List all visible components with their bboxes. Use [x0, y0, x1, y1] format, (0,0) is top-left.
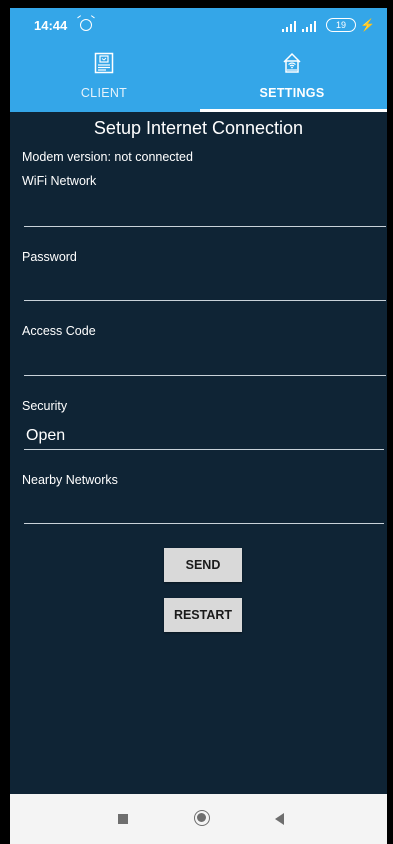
- wifi-network-input[interactable]: [24, 200, 386, 227]
- security-select[interactable]: Open: [24, 423, 384, 450]
- signal-icon: [282, 20, 302, 32]
- app-screen: 14:44 19 ⚡ CLIENT SETTINGS Setup Interne…: [10, 8, 387, 844]
- battery-icon: 19: [326, 18, 356, 32]
- page-title: Setup Internet Connection: [93, 118, 304, 138]
- client-icon: [94, 52, 114, 74]
- tab-indicator: [200, 109, 387, 112]
- tab-settings[interactable]: SETTINGS: [198, 46, 386, 112]
- tab-bar: CLIENT SETTINGS: [10, 46, 387, 112]
- nearby-networks-label: Nearby Networks: [22, 473, 118, 487]
- back-button[interactable]: [275, 813, 284, 825]
- password-label: Password: [22, 250, 77, 264]
- tab-client-label: CLIENT: [80, 86, 128, 100]
- nearby-networks-select[interactable]: [24, 497, 384, 524]
- status-time: 14:44: [34, 18, 68, 33]
- alarm-icon: [80, 19, 92, 31]
- access-code-label: Access Code: [22, 324, 96, 338]
- tab-client[interactable]: CLIENT: [10, 46, 198, 112]
- security-label: Security: [22, 399, 68, 413]
- charging-icon: ⚡: [360, 18, 375, 32]
- signal-icon-2: [302, 20, 322, 32]
- settings-home-icon: [283, 52, 301, 73]
- password-input[interactable]: [24, 274, 386, 301]
- restart-button[interactable]: RESTART: [164, 598, 242, 632]
- modem-version-text: Modem version: not connected: [22, 150, 193, 164]
- home-button[interactable]: [194, 810, 210, 826]
- access-code-input[interactable]: [24, 349, 386, 376]
- recents-button[interactable]: [118, 814, 128, 824]
- send-button[interactable]: SEND: [164, 548, 242, 582]
- wifi-network-label: WiFi Network: [22, 174, 97, 188]
- system-nav-bar: [10, 794, 387, 844]
- device-frame: 14:44 19 ⚡ CLIENT SETTINGS Setup Interne…: [0, 0, 393, 844]
- tab-settings-label: SETTINGS: [259, 86, 325, 100]
- status-bar: 14:44 19 ⚡: [10, 8, 387, 46]
